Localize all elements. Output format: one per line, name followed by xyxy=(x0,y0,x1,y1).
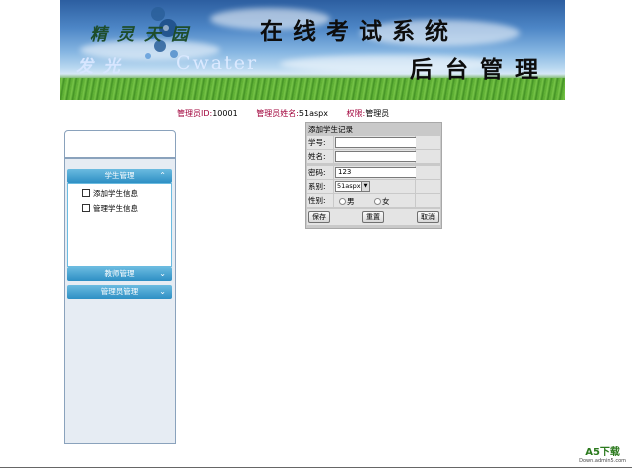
password-label: 密码: xyxy=(307,166,333,179)
reset-button[interactable]: 重置 xyxy=(362,211,384,223)
dropdown-arrow-icon: ▼ xyxy=(361,182,369,191)
admin-id-value: 10001 xyxy=(212,109,238,118)
system-title: 在线考试系统 xyxy=(260,18,458,45)
student-no-input[interactable] xyxy=(335,137,419,148)
gender-label: 性别: xyxy=(307,194,333,207)
form-button-row: 保存 重置 取消 xyxy=(307,209,440,225)
sidebar-item-manage-student[interactable]: 管理学生信息 xyxy=(82,203,138,214)
sidebar-item-label: 添加学生信息 xyxy=(93,189,138,198)
sidebar-menu-teacher-label: 教师管理 xyxy=(104,269,135,278)
save-button[interactable]: 保存 xyxy=(308,211,330,223)
name-label: 姓名: xyxy=(307,150,333,163)
admin-id: 管理员ID:10001 xyxy=(177,109,238,118)
form-empty-cell xyxy=(416,136,440,149)
checkbox-icon xyxy=(82,189,90,197)
student-no-cell xyxy=(334,136,419,149)
logo-text-line2: 发光 xyxy=(76,57,130,77)
admin-role: 权限:管理员 xyxy=(347,109,390,118)
watermark: A5下载 Down.admin5.com xyxy=(579,443,626,464)
form-row-department: 系别: 51aspx ▼ xyxy=(307,180,440,193)
department-cell: 51aspx ▼ xyxy=(334,180,415,193)
admin-name-label: 管理员姓名: xyxy=(256,109,299,118)
checkbox-icon xyxy=(82,204,90,212)
form-empty-cell xyxy=(416,150,440,163)
radio-icon xyxy=(339,198,346,205)
sidebar: 学生管理 ⌃ 添加学生信息 管理学生信息 教师管理 ⌄ 管理员管理 ⌄ xyxy=(64,158,176,444)
system-subtitle: 后台管理 xyxy=(410,56,550,83)
form-empty-cell xyxy=(416,194,440,207)
password-input[interactable]: 123 xyxy=(335,167,419,178)
gender-female-radio[interactable]: 女 xyxy=(374,196,390,207)
admin-id-label: 管理员ID: xyxy=(177,109,213,118)
logo-cwater: Cwater xyxy=(176,52,259,74)
department-select-value: 51aspx xyxy=(337,182,361,190)
watermark-main: A5下载 xyxy=(585,447,620,458)
form-row-name: 姓名: xyxy=(307,150,440,163)
form-empty-cell xyxy=(416,180,440,193)
admin-name-value: 51aspx xyxy=(298,109,328,118)
gender-female-label: 女 xyxy=(382,197,390,206)
sidebar-menu-teacher[interactable]: 教师管理 ⌄ xyxy=(67,267,172,281)
admin-role-label: 权限: xyxy=(346,109,366,118)
sidebar-item-label: 管理学生信息 xyxy=(93,204,138,213)
chevron-down-icon: ⌄ xyxy=(159,287,166,296)
form-row-student-no: 学号: xyxy=(307,136,440,149)
admin-info-bar: 管理员ID:10001 管理员姓名:51aspx 权限:管理员 xyxy=(177,108,405,119)
department-label: 系别: xyxy=(307,180,333,193)
sidebar-item-add-student[interactable]: 添加学生信息 xyxy=(82,188,138,199)
chevron-up-icon: ⌃ xyxy=(159,171,166,180)
gender-cell: 男 女 xyxy=(334,194,415,207)
sidebar-menu-student-label: 学生管理 xyxy=(104,171,135,180)
department-select[interactable]: 51aspx ▼ xyxy=(335,181,370,192)
admin-name: 管理员姓名:51aspx xyxy=(256,109,328,118)
add-student-form: 添加学生记录 学号: 姓名: 密码: 123 系别: 51aspx ▼ 性别: … xyxy=(305,122,442,229)
form-empty-cell xyxy=(416,166,440,179)
name-input[interactable] xyxy=(335,151,419,162)
logo-text-line1: 精灵天园 xyxy=(90,25,198,45)
chevron-down-icon: ⌄ xyxy=(159,269,166,278)
sidebar-student-submenu: 添加学生信息 管理学生信息 xyxy=(67,183,172,267)
sidebar-menu-admin[interactable]: 管理员管理 ⌄ xyxy=(67,285,172,299)
form-row-gender: 性别: 男 女 xyxy=(307,194,440,207)
password-cell: 123 xyxy=(334,166,419,179)
form-row-password: 密码: 123 xyxy=(307,166,440,179)
name-cell xyxy=(334,150,419,163)
gender-male-radio[interactable]: 男 xyxy=(339,196,355,207)
sidebar-menu-admin-label: 管理员管理 xyxy=(100,287,139,296)
gender-male-label: 男 xyxy=(347,197,355,206)
student-no-label: 学号: xyxy=(307,136,333,149)
sidebar-top-box xyxy=(64,130,176,158)
admin-role-value: 管理员 xyxy=(365,109,390,118)
watermark-sub: Down.admin5.com xyxy=(579,458,626,464)
form-title: 添加学生记录 xyxy=(308,125,353,134)
radio-icon xyxy=(374,198,381,205)
sidebar-menu-student[interactable]: 学生管理 ⌃ xyxy=(67,169,172,183)
cancel-button[interactable]: 取消 xyxy=(417,211,439,223)
header-banner: 精灵天园 发光 Cwater 在线考试系统 后台管理 xyxy=(60,0,565,100)
